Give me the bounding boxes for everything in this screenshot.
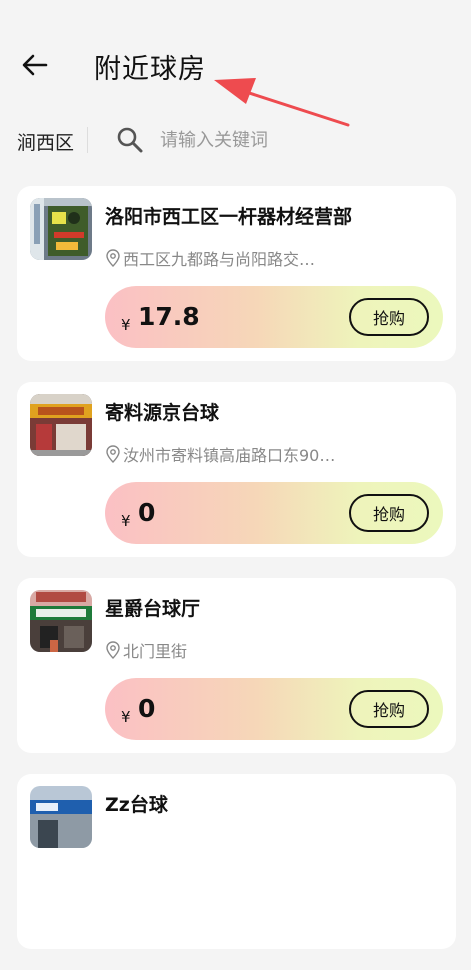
venue-address: 北门里街	[105, 638, 345, 662]
back-button[interactable]	[20, 50, 50, 80]
district-selector[interactable]: 涧西区	[17, 128, 74, 155]
currency-symbol: ¥	[121, 512, 131, 530]
buy-button[interactable]: 抢购	[349, 690, 429, 728]
buy-button[interactable]: 抢购	[349, 494, 429, 532]
price-value: 17.8	[138, 302, 200, 331]
venue-name: 星爵台球厅	[105, 598, 201, 620]
address-text: 西工区九都路与尚阳路交…	[123, 250, 316, 269]
currency-symbol: ¥	[121, 316, 131, 334]
venue-thumbnail	[30, 198, 92, 260]
location-pin-icon	[106, 445, 120, 463]
venue-card[interactable]: 星爵台球厅 北门里街 ¥ 0 抢购	[17, 578, 456, 753]
venue-name: 洛阳市西工区一杆器材经营部	[105, 206, 353, 228]
venue-address: 汝州市寄料镇高庙路口东90…	[105, 442, 345, 466]
arrow-left-icon	[22, 54, 48, 76]
header: 附近球房	[0, 0, 471, 127]
venue-list: 洛阳市西工区一杆器材经营部 西工区九都路与尚阳路交… ¥ 17.8 抢购 寄料源…	[17, 186, 456, 970]
address-text: 汝州市寄料镇高庙路口东90…	[123, 446, 336, 465]
page-title: 附近球房	[94, 54, 206, 85]
venue-card[interactable]: Zz台球	[17, 774, 456, 949]
venue-name: Zz台球	[105, 794, 168, 816]
search-bar: 涧西区	[0, 118, 471, 162]
venue-thumbnail	[30, 394, 92, 456]
address-text: 北门里街	[123, 642, 188, 661]
buy-button[interactable]: 抢购	[349, 298, 429, 336]
price-bar: ¥ 0 抢购	[105, 482, 443, 544]
search-input[interactable]	[160, 122, 450, 158]
price-bar: ¥ 17.8 抢购	[105, 286, 443, 348]
price-bar: ¥ 0 抢购	[105, 678, 443, 740]
location-pin-icon	[106, 641, 120, 659]
venue-name: 寄料源京台球	[105, 402, 220, 424]
venue-thumbnail	[30, 590, 92, 652]
venue-address: 西工区九都路与尚阳路交…	[105, 246, 345, 270]
currency-symbol: ¥	[121, 708, 131, 726]
venue-card[interactable]: 寄料源京台球 汝州市寄料镇高庙路口东90… ¥ 0 抢购	[17, 382, 456, 557]
divider	[87, 127, 88, 153]
location-pin-icon	[106, 249, 120, 267]
search-icon[interactable]	[116, 126, 144, 154]
venue-thumbnail	[30, 786, 92, 848]
price-value: 0	[138, 498, 156, 527]
venue-card[interactable]: 洛阳市西工区一杆器材经营部 西工区九都路与尚阳路交… ¥ 17.8 抢购	[17, 186, 456, 361]
price-value: 0	[138, 694, 156, 723]
